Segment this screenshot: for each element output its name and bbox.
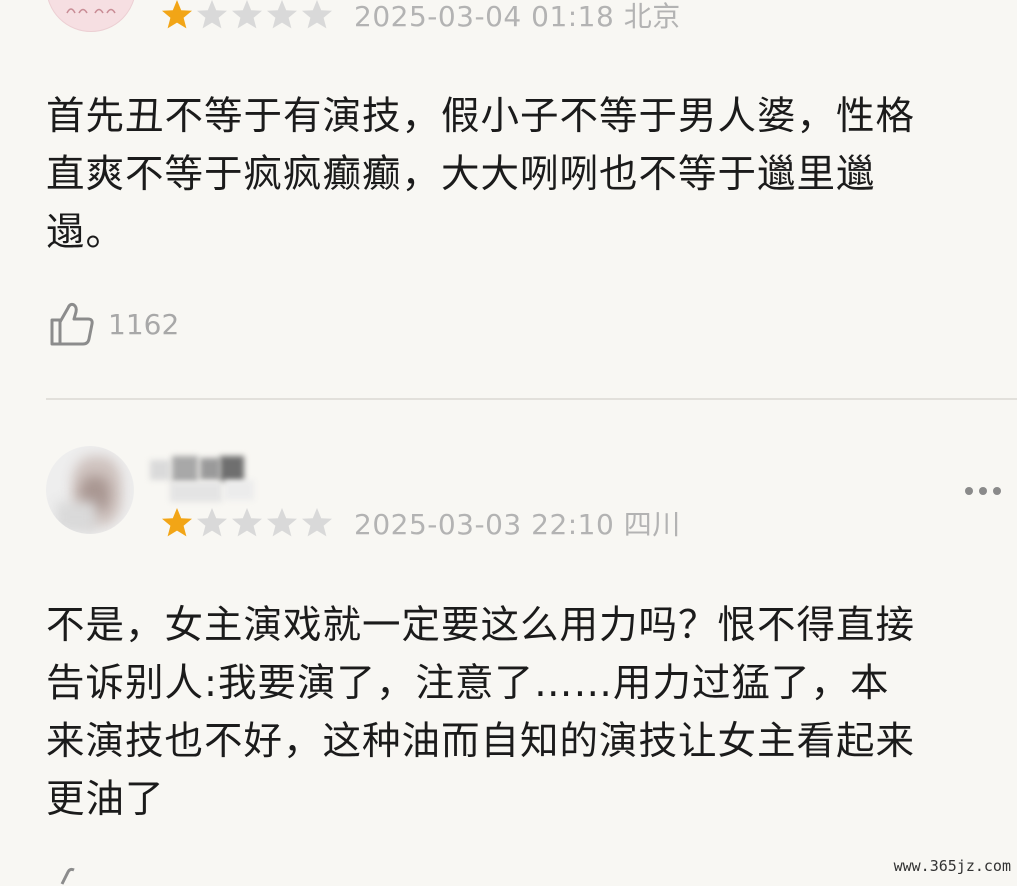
- avatar-drawing-icon: [66, 8, 116, 14]
- star-icon: [232, 0, 262, 29]
- like-count: 1162: [108, 307, 180, 341]
- comment-meta: 2025-03-04 01:18 北京: [160, 0, 681, 33]
- star-icon: [162, 508, 192, 537]
- comment-divider: [46, 398, 1017, 400]
- star-icon: [302, 508, 332, 537]
- star-icon: [162, 0, 192, 29]
- comment-date-location: 2025-03-04 01:18 北京: [354, 0, 681, 33]
- star-icon: [197, 508, 227, 537]
- star-rating: [160, 506, 334, 540]
- comment-date-location: 2025-03-03 22:10 四川: [354, 508, 681, 541]
- comment-meta: 2025-03-03 22:10 四川: [160, 505, 681, 541]
- avatar[interactable]: [46, 0, 136, 32]
- star-icon: [267, 0, 297, 29]
- comment-text: 不是，女主演戏就一定要这么用力吗？恨不得直接 告诉别人:我要演了，注意了……用力…: [46, 603, 916, 822]
- more-options-button[interactable]: [965, 478, 1017, 504]
- like-button[interactable]: 1162: [48, 300, 179, 348]
- star-icon: [302, 0, 332, 29]
- more-dots-icon: [965, 487, 973, 495]
- star-icon: [197, 0, 227, 29]
- avatar[interactable]: [46, 446, 134, 534]
- comment-text: 首先丑不等于有演技，假小子不等于男人婆，性格 直爽不等于疯疯癫癫，大大咧咧也不等…: [46, 94, 916, 255]
- watermark: www.365jz.com: [893, 857, 1011, 875]
- star-icon: [267, 508, 297, 537]
- star-icon: [232, 508, 262, 537]
- username-blurred[interactable]: [150, 452, 262, 504]
- star-rating: [160, 0, 334, 32]
- thumbs-up-icon: [50, 302, 94, 346]
- thumbs-up-icon[interactable]: [48, 866, 88, 886]
